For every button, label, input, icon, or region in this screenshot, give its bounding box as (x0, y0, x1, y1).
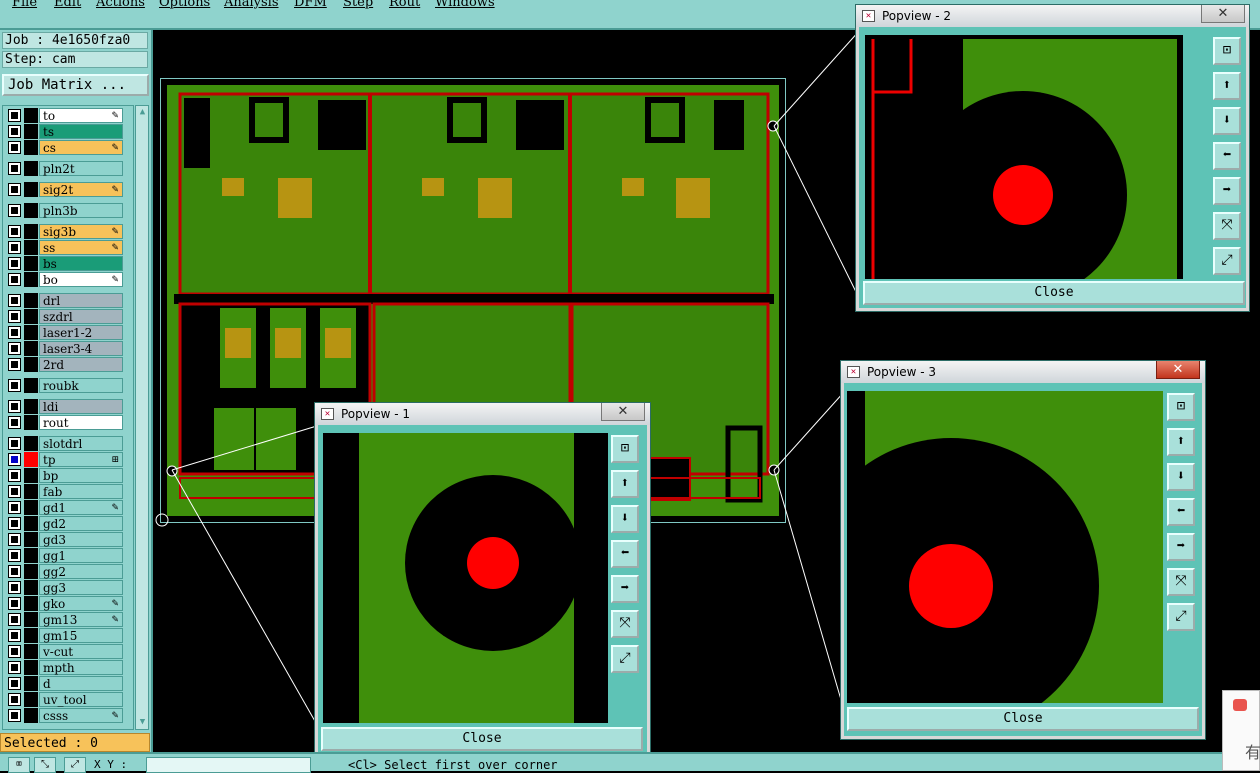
zoom-in-icon[interactable]: ⤢ (1167, 603, 1195, 631)
zoom-out-icon[interactable]: ⤧ (611, 610, 639, 638)
zoom-window-icon[interactable]: ⊡ (1213, 37, 1241, 65)
pan-right-icon[interactable]: ➡ (1167, 533, 1195, 561)
popview-2-title: Popview - 2 (856, 5, 1249, 27)
zoom-window-icon[interactable]: ⊡ (1167, 393, 1195, 421)
status-message: <Cl> Select first over corner (348, 758, 558, 772)
pan-left-icon[interactable]: ⬅ (1167, 498, 1195, 526)
app-icon: ✕ (862, 10, 875, 22)
popview-2-canvas[interactable] (865, 35, 1183, 279)
via-pad (467, 537, 519, 589)
close-window-icon[interactable]: ✕ (1201, 5, 1245, 23)
popview-1-close-button[interactable]: Close (321, 727, 643, 751)
popview-3-close-button[interactable]: Close (847, 707, 1199, 731)
coordinate-label: X Y : (94, 758, 128, 771)
close-window-icon[interactable]: ✕ (1156, 361, 1200, 379)
popview-2-window: Popview - 2 ✕ ✕ ⊡ ⬆ ⬇ ⬅ ➡ ⤧ ⤢ Close (855, 4, 1250, 312)
popview-1-window: Popview - 1 ✕ ✕ ⊡ ⬆ ⬇ ⬅ ➡ ⤧ ⤢ Close (314, 402, 651, 758)
popview-1-canvas[interactable] (323, 433, 608, 723)
zoom-out-icon[interactable]: ⤧ (1167, 568, 1195, 596)
pan-left-icon[interactable]: ⬅ (611, 540, 639, 568)
pan-down-icon[interactable]: ⬇ (1213, 107, 1241, 135)
popview-3-canvas[interactable] (847, 391, 1163, 703)
pan-down-icon[interactable]: ⬇ (611, 505, 639, 533)
zoom-in-icon[interactable]: ⤢ (611, 645, 639, 673)
popview-3-title: Popview - 3 (841, 361, 1205, 383)
via-pad (909, 544, 993, 628)
popview-3-toolbar: ⊡ ⬆ ⬇ ⬅ ➡ ⤧ ⤢ (1167, 391, 1201, 703)
zoom-in-icon[interactable]: ⤢ (1213, 247, 1241, 275)
pan-left-icon[interactable]: ⬅ (1213, 142, 1241, 170)
zoom-window-icon[interactable]: ⊡ (611, 435, 639, 463)
external-app-widget[interactable]: 有 (1222, 690, 1260, 771)
popview-2-close-button[interactable]: Close (863, 281, 1245, 305)
popview-2-toolbar: ⊡ ⬆ ⬇ ⬅ ➡ ⤧ ⤢ (1213, 35, 1245, 279)
pan-up-icon[interactable]: ⬆ (1167, 428, 1195, 456)
pan-up-icon[interactable]: ⬆ (1213, 72, 1241, 100)
pan-up-icon[interactable]: ⬆ (611, 470, 639, 498)
pan-right-icon[interactable]: ➡ (611, 575, 639, 603)
app-icon: ✕ (847, 366, 860, 378)
pan-down-icon[interactable]: ⬇ (1167, 463, 1195, 491)
notification-icon (1233, 699, 1247, 711)
popview-1-toolbar: ⊡ ⬆ ⬇ ⬅ ➡ ⤧ ⤢ (611, 433, 645, 723)
close-window-icon[interactable]: ✕ (601, 403, 645, 421)
via-pad (993, 165, 1053, 225)
popview-1-title: Popview - 1 (315, 403, 650, 425)
external-app-char: 有 (1245, 743, 1260, 762)
status-bar: ⌧ ⤡ ⤢ X Y : <Cl> Select first over corne… (0, 752, 1260, 773)
crosshair-cursor-icon (155, 513, 169, 527)
zoom-out-icon[interactable]: ⤧ (1213, 212, 1241, 240)
popview-3-window: Popview - 3 ✕ ✕ ⊡ ⬆ ⬇ ⬅ ➡ ⤧ ⤢ Close (840, 360, 1206, 740)
pan-right-icon[interactable]: ➡ (1213, 177, 1241, 205)
app-icon: ✕ (321, 408, 334, 420)
